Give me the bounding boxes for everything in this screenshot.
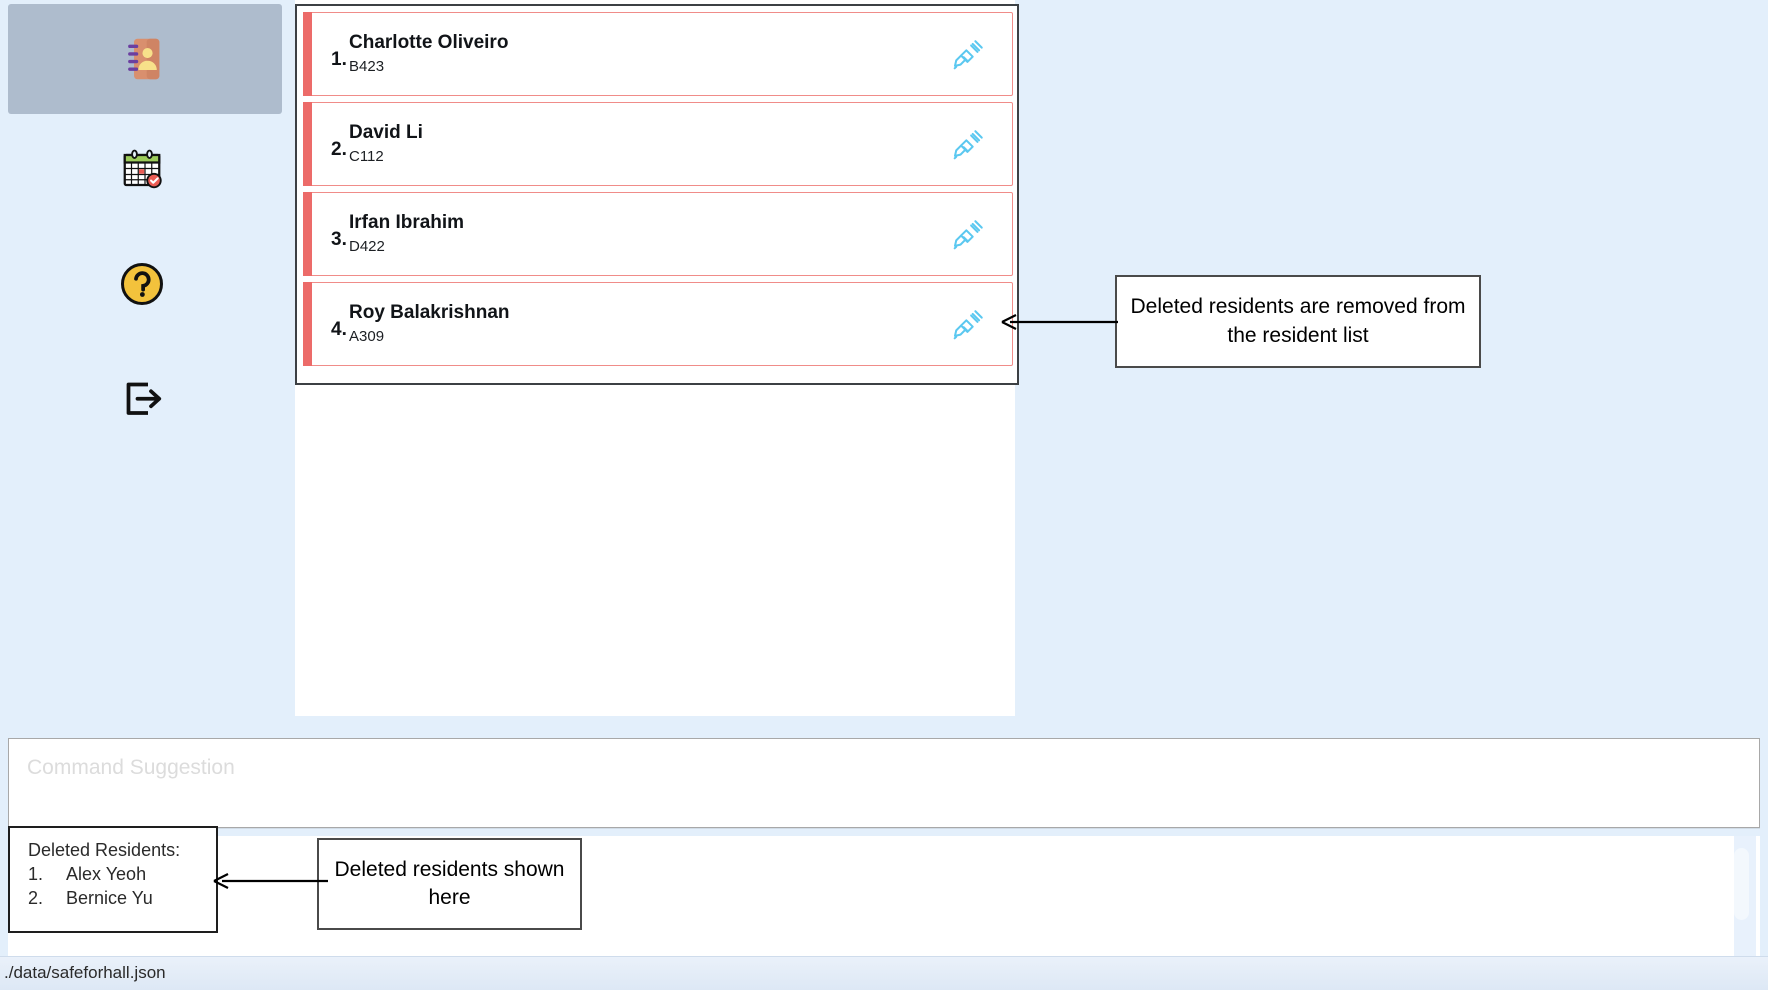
resident-accent-bar: [303, 192, 312, 276]
logout-icon: [118, 374, 172, 428]
result-scrollbar[interactable]: [1734, 836, 1756, 956]
deleted-residents-title: Deleted Residents:: [28, 840, 181, 860]
resident-vaccination-action[interactable]: [926, 37, 1012, 71]
deleted-resident-item: 1. Alex Yeoh: [28, 864, 216, 885]
sidebar-item-residents[interactable]: [8, 4, 282, 114]
resident-details: Irfan Ibrahim D422: [349, 211, 926, 256]
resident-name: Charlotte Oliveiro: [349, 32, 509, 54]
status-bar: ./data/safeforhall.json: [0, 956, 1768, 990]
resident-vaccination-action[interactable]: [926, 217, 1012, 251]
syringe-icon[interactable]: [952, 127, 986, 161]
sidebar: [0, 0, 283, 730]
resident-list-panel: 1. Charlotte Oliveiro B423 2. David Li C…: [295, 0, 1019, 716]
resident-details: Charlotte Oliveiro B423: [349, 31, 926, 76]
resident-row[interactable]: 4. Roy Balakrishnan A309: [303, 282, 1013, 366]
resident-room: A309: [349, 328, 385, 346]
sidebar-item-logout[interactable]: [8, 346, 282, 456]
syringe-icon[interactable]: [952, 307, 986, 341]
deleted-resident-name: Bernice Yu: [66, 888, 153, 908]
sidebar-item-events[interactable]: [8, 118, 282, 228]
calendar-check-icon: [118, 146, 172, 200]
deleted-residents-panel: Deleted Residents: 1. Alex Yeoh 2. Berni…: [8, 826, 218, 933]
result-scrollbar-thumb[interactable]: [1734, 848, 1749, 920]
annotation-removed-from-list: Deleted residents are removed from the r…: [1115, 275, 1481, 368]
annotation-deleted-shown-here: Deleted residents shown here: [317, 838, 582, 930]
resident-details: Roy Balakrishnan A309: [349, 301, 926, 346]
resident-list-container[interactable]: 1. Charlotte Oliveiro B423 2. David Li C…: [297, 6, 1017, 376]
resident-row[interactable]: 2. David Li C112: [303, 102, 1013, 186]
command-placeholder: Command Suggestion: [27, 756, 235, 779]
resident-name: Roy Balakrishnan: [349, 302, 510, 324]
resident-accent-bar: [303, 102, 312, 186]
deleted-resident-index: 1.: [28, 864, 44, 884]
resident-name: David Li: [349, 122, 423, 144]
sidebar-item-help[interactable]: [8, 232, 282, 342]
syringe-icon[interactable]: [952, 37, 986, 71]
status-bar-file-path: ./data/safeforhall.json: [4, 963, 166, 982]
deleted-resident-index: 2.: [28, 888, 44, 908]
resident-row[interactable]: 3. Irfan Ibrahim D422: [303, 192, 1013, 276]
result-display: [8, 836, 1760, 956]
resident-details: David Li C112: [349, 121, 926, 166]
deleted-resident-item: 2. Bernice Yu: [28, 888, 216, 909]
resident-row[interactable]: 1. Charlotte Oliveiro B423: [303, 12, 1013, 96]
syringe-icon[interactable]: [952, 217, 986, 251]
resident-room: B423: [349, 58, 385, 76]
resident-vaccination-action[interactable]: [926, 127, 1012, 161]
resident-name: Irfan Ibrahim: [349, 212, 465, 234]
resident-room: C112: [349, 148, 384, 166]
help-circle-icon: [118, 260, 172, 314]
resident-accent-bar: [303, 282, 312, 366]
resident-list-card: 1. Charlotte Oliveiro B423 2. David Li C…: [295, 4, 1019, 385]
resident-accent-bar: [303, 12, 312, 96]
resident-room: D422: [349, 238, 385, 256]
command-input[interactable]: Command Suggestion: [8, 738, 1760, 828]
address-book-icon: [118, 32, 172, 86]
deleted-resident-name: Alex Yeoh: [66, 864, 147, 884]
resident-vaccination-action[interactable]: [926, 307, 1012, 341]
